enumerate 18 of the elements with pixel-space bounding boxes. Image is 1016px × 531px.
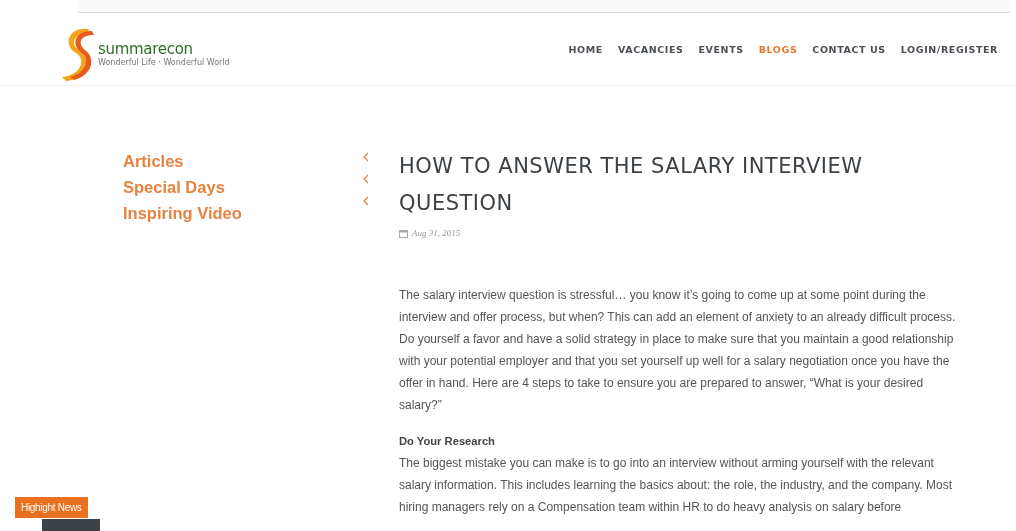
nav-link[interactable]: VACANCIES [617, 43, 684, 55]
intro-paragraph: The salary interview question is stressful… you know it’s going to come up at some point during the interview and offer process, but when? This can add an element of anxiety to an already difficult process. Do yourself a favor and have a solid strategy in place to make sure that you maintain a good relationship with your potential employer and that you set yourself up well for a salary negotiation once you have the offer in hand. Here are 4 steps to take to ensure you are prepared to answer, “What is your desired salary?” [399, 287, 957, 414]
nav-link[interactable]: LOGIN/REGISTER [900, 43, 998, 55]
nav-link[interactable]: HOME [568, 43, 603, 55]
nav-link[interactable]: EVENTS [698, 43, 744, 55]
nav-link[interactable]: CONTACT US [812, 43, 886, 55]
chevron-left-icon [363, 196, 369, 206]
logo-tagline: Wonderful Life · Wonderful World [98, 57, 230, 67]
news-ticker-button[interactable] [42, 519, 100, 531]
highlight-news-label: Highight News [15, 497, 88, 518]
calendar-icon [399, 228, 408, 238]
chevron-left-icon [363, 152, 369, 162]
article-title: HOW TO ANSWER THE SALARY INTERVIEW QUESTION [399, 153, 864, 217]
section-paragraph: The biggest mistake you can make is to go into an interview without arming yourself with the relevant salary information. This includes learning the basics about: the role, the industry, and the company. Most hiring managers rely on a Compensation team within HR to do heavy analysis on salary before [399, 455, 953, 516]
article-date: Aug 31, 2015 [412, 228, 461, 238]
chevron-left-icon [363, 174, 369, 184]
section-heading: Do Your Research [399, 434, 496, 449]
logo-text: summarecon [98, 39, 194, 58]
